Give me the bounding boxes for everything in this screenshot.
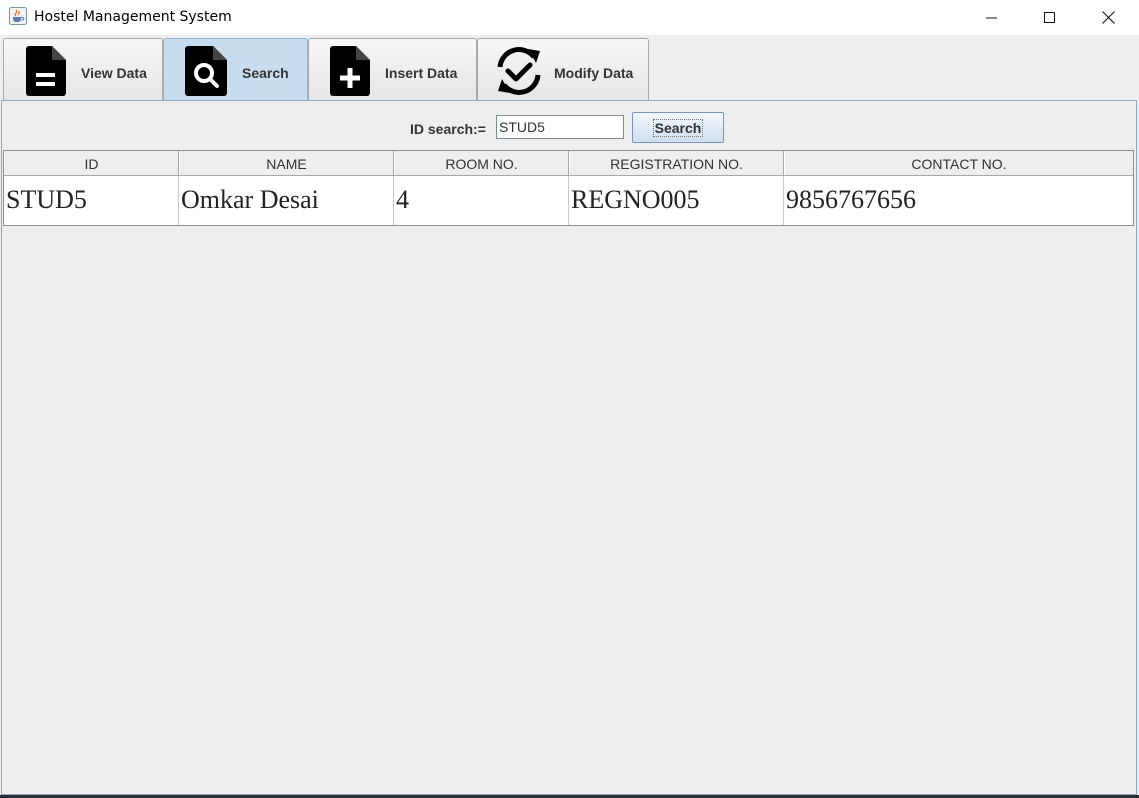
column-header-contact-no[interactable]: CONTACT NO.: [784, 151, 1133, 175]
results-table: ID NAME ROOM NO. REGISTRATION NO. CONTAC…: [3, 150, 1134, 226]
tab-label: Insert Data: [385, 65, 458, 81]
column-header-name[interactable]: NAME: [179, 151, 394, 175]
java-cup-icon: [9, 7, 27, 25]
title-bar: Hostel Management System: [0, 0, 1139, 35]
tab-strip: View Data Search Insert Data Modify Data: [0, 35, 1139, 104]
column-header-registration-no[interactable]: REGISTRATION NO.: [569, 151, 784, 175]
id-search-label: ID search:=: [410, 121, 486, 137]
table-row[interactable]: STUD5 Omkar Desai 4 REGNO005 9856767656: [4, 176, 1133, 225]
id-search-input[interactable]: [496, 115, 624, 139]
search-button-label: Search: [652, 118, 704, 137]
window-title: Hostel Management System: [34, 9, 232, 25]
close-icon: [1101, 11, 1115, 24]
document-icon: [26, 46, 66, 96]
tab-label: View Data: [81, 65, 147, 81]
tab-label: Search: [242, 65, 289, 81]
search-document-icon: [185, 46, 227, 96]
cell-contact-no[interactable]: 9856767656: [784, 176, 1133, 225]
cell-id[interactable]: STUD5: [4, 176, 179, 225]
cell-registration-no[interactable]: REGNO005: [569, 176, 784, 225]
table-header: ID NAME ROOM NO. REGISTRATION NO. CONTAC…: [4, 151, 1133, 176]
maximize-icon: [1044, 11, 1055, 23]
maximize-button[interactable]: [1021, 0, 1079, 35]
tab-insert-data[interactable]: Insert Data: [308, 38, 477, 100]
tab-search[interactable]: Search: [163, 38, 308, 104]
minimize-icon: [986, 17, 997, 18]
search-button[interactable]: Search: [632, 112, 724, 143]
cell-room-no[interactable]: 4: [394, 176, 569, 225]
search-panel: ID search:= Search ID NAME ROOM NO. REGI…: [1, 100, 1137, 795]
tab-label: Modify Data: [554, 65, 634, 81]
cell-name[interactable]: Omkar Desai: [179, 176, 394, 225]
column-header-id[interactable]: ID: [4, 151, 179, 175]
close-button[interactable]: [1079, 0, 1137, 35]
tab-modify-data[interactable]: Modify Data: [477, 38, 649, 100]
column-header-room-no[interactable]: ROOM NO.: [394, 151, 569, 175]
add-document-icon: [330, 46, 370, 96]
tab-view-data[interactable]: View Data: [3, 38, 163, 100]
minimize-button[interactable]: [963, 0, 1021, 35]
refresh-check-icon: [497, 47, 541, 95]
